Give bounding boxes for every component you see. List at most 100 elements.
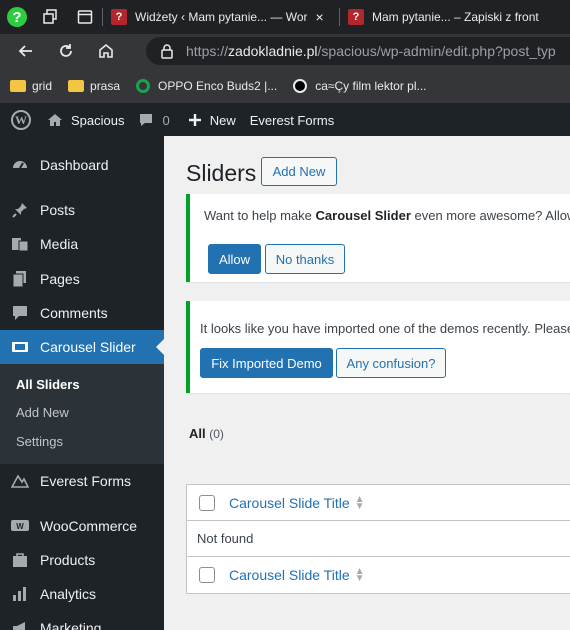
bookmark-label: grid — [32, 78, 53, 93]
megaphone-icon — [0, 619, 40, 630]
sidebar-item-label: Carousel Slider — [40, 339, 136, 355]
wp-admin-bar: W Spacious 0 New Everest Forms — [0, 104, 570, 136]
submenu-settings[interactable]: Settings — [16, 434, 63, 449]
reload-icon[interactable] — [46, 34, 86, 68]
empty-message: Not found — [197, 531, 254, 546]
home-icon[interactable] — [86, 34, 126, 68]
fix-imported-demo-button[interactable]: Fix Imported Demo — [200, 348, 333, 378]
sidebar-item-label: Everest Forms — [40, 473, 132, 489]
select-all-checkbox[interactable] — [199, 494, 215, 511]
analytics-icon — [0, 585, 40, 603]
view-all-label: All — [189, 426, 206, 441]
bookmark-oppo[interactable]: OPPO Enco Buds2 |... — [136, 78, 278, 93]
everest-forms-link[interactable]: Everest Forms — [244, 104, 343, 136]
view-all-count: (0) — [209, 427, 224, 441]
sort-icon[interactable]: ▲ ▼ — [355, 494, 365, 511]
sliders-table: Carousel Slide Title ▲ ▼ Not found Carous… — [186, 484, 570, 594]
table-header-row: Carousel Slide Title ▲ ▼ — [187, 485, 570, 521]
browser-tab-strip: ? ? Widżety ‹ Mam pytanie... — Wor × ? M… — [0, 0, 570, 34]
bookmark-film[interactable]: ca≈Çy film lektor pl... — [293, 78, 427, 93]
tab-zapiski[interactable]: ? Mam pytanie... – Zapiski z front — [340, 0, 540, 34]
select-all-checkbox-footer[interactable] — [199, 567, 215, 583]
sidebar-item-label: Media — [40, 236, 79, 252]
tab-title: Widżety ‹ Mam pytanie... — Wor — [135, 10, 308, 24]
address-bar[interactable]: https://zadokladnie.pl/spacious/wp-admin… — [146, 37, 570, 65]
url-prefix: https:// — [186, 43, 229, 59]
admin-sidebar: Dashboard Posts Media Pages Comments Car… — [0, 136, 164, 630]
tab-actions-icon[interactable] — [68, 0, 102, 34]
table-row: Not found — [187, 521, 570, 557]
close-tab-icon[interactable]: × — [315, 9, 323, 25]
lock-icon[interactable] — [160, 43, 174, 59]
dashboard-icon — [0, 156, 40, 174]
comments-count: 0 — [162, 112, 170, 128]
new-content-link[interactable]: New — [178, 104, 244, 136]
media-icon — [0, 235, 40, 253]
submenu-all-sliders[interactable]: All Sliders — [16, 377, 80, 392]
sidebar-item-pages[interactable]: Pages — [0, 262, 164, 296]
sidebar-item-label: Products — [40, 552, 96, 568]
sort-icon[interactable]: ▲ ▼ — [355, 567, 365, 584]
page-title: Sliders — [186, 160, 257, 186]
wordpress-logo-icon: W — [11, 110, 31, 130]
column-header-title[interactable]: Carousel Slide Title — [229, 495, 350, 511]
woo-icon: W — [0, 518, 40, 534]
url-host: zadokladnie.pl — [228, 43, 318, 59]
tab-title: Mam pytanie... – Zapiski z front — [372, 10, 539, 24]
demo-import-notice: It looks like you have imported one of t… — [186, 301, 570, 393]
slider-icon — [0, 338, 40, 356]
everest-icon — [0, 472, 40, 490]
sidebar-item-woocommerce[interactable]: W WooCommerce — [0, 509, 164, 543]
main-content: Sliders Add New Want to help make Carous… — [164, 136, 570, 630]
table-footer-row: Carousel Slide Title ▲ ▼ — [187, 557, 570, 593]
svg-text:?: ? — [12, 9, 21, 26]
sidebar-item-label: WooCommerce — [40, 518, 137, 534]
folder-icon — [68, 79, 85, 92]
sidebar-item-media[interactable]: Media — [0, 227, 164, 261]
bookmarks-bar: grid prasa OPPO Enco Buds2 |... ca≈Çy fi… — [0, 68, 570, 104]
submenu-add-new[interactable]: Add New — [16, 405, 69, 420]
home-icon — [48, 114, 62, 126]
sidebar-item-dashboard[interactable]: Dashboard — [0, 148, 164, 182]
sidebar-item-everest-forms[interactable]: Everest Forms — [0, 464, 164, 498]
view-filter-all[interactable]: All (0) — [189, 426, 224, 441]
tracking-notice-text: Want to help make Carousel Slider even m… — [204, 208, 570, 223]
comments-link[interactable]: 0 — [132, 104, 177, 136]
allow-button[interactable]: Allow — [208, 244, 261, 274]
column-footer-title[interactable]: Carousel Slide Title — [229, 567, 350, 583]
products-icon — [0, 551, 40, 569]
disc-icon — [293, 78, 308, 93]
no-thanks-button[interactable]: No thanks — [265, 244, 345, 274]
sidebar-item-products[interactable]: Products — [0, 543, 164, 577]
tab-widgets[interactable]: ? Widżety ‹ Mam pytanie... — Wor × — [103, 0, 339, 34]
add-new-slider-button[interactable]: Add New — [261, 157, 337, 186]
workspaces-icon[interactable] — [34, 0, 68, 34]
sidebar-item-label: Marketing — [40, 620, 102, 630]
pin-icon — [0, 201, 40, 219]
sidebar-item-marketing[interactable]: Marketing — [0, 611, 164, 630]
any-confusion-button[interactable]: Any confusion? — [336, 348, 446, 378]
wp-logo-menu[interactable]: W — [0, 104, 43, 136]
sidebar-item-posts[interactable]: Posts — [0, 193, 164, 227]
bookmark-prasa[interactable]: prasa — [68, 79, 120, 93]
bookmark-grid[interactable]: grid — [10, 79, 52, 93]
sidebar-item-label: Analytics — [40, 586, 97, 602]
bookmark-label: ca≈Çy film lektor pl... — [315, 78, 427, 93]
pages-icon — [0, 270, 40, 288]
site-favicon-icon: ? — [111, 9, 127, 25]
tracking-notice: Want to help make Carousel Slider even m… — [186, 194, 570, 282]
back-icon[interactable] — [6, 34, 46, 68]
browser-toolbar: https://zadokladnie.pl/spacious/wp-admin… — [0, 34, 570, 68]
comments-icon — [0, 304, 40, 322]
svg-text:W: W — [16, 522, 24, 531]
bookmark-label: OPPO Enco Buds2 |... — [158, 78, 278, 93]
folder-icon — [10, 79, 26, 92]
sidebar-item-carousel-slider[interactable]: Carousel Slider — [0, 330, 164, 364]
site-favicon-icon: ? — [348, 9, 364, 25]
sidebar-item-label: Comments — [40, 305, 108, 321]
everest-label: Everest Forms — [249, 112, 335, 128]
help-icon[interactable]: ? — [0, 0, 34, 34]
sidebar-item-analytics[interactable]: Analytics — [0, 577, 164, 611]
site-name-link[interactable]: Spacious — [43, 104, 132, 136]
sidebar-item-comments[interactable]: Comments — [0, 296, 164, 330]
